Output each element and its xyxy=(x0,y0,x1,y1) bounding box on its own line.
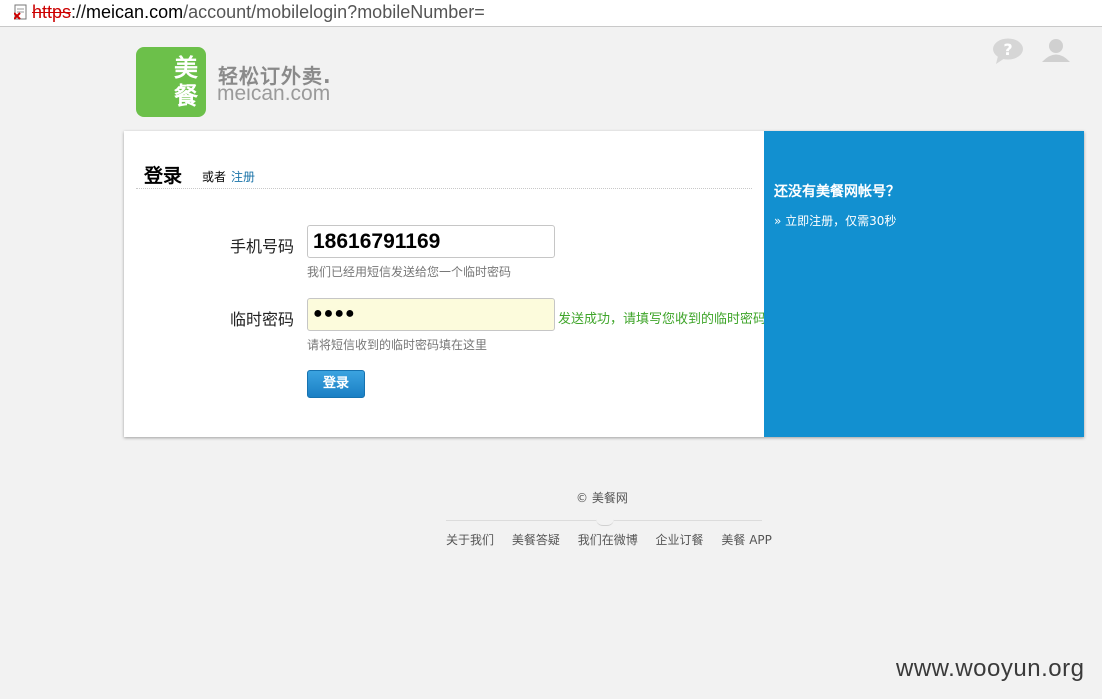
footer-link-about[interactable]: 关于我们 xyxy=(446,533,494,547)
login-title-row: 登录 或者 注册 xyxy=(136,155,752,189)
url-text[interactable]: https://meican.com/account/mobilelogin?m… xyxy=(32,2,485,23)
footer-link-enterprise[interactable]: 企业订餐 xyxy=(656,533,704,547)
send-success-message: 发送成功，请填写您收到的临时密码 xyxy=(558,312,767,327)
password-dots: ●●●● xyxy=(313,305,356,322)
footer-link-faq[interactable]: 美餐答疑 xyxy=(512,533,560,547)
logo-char-1: 美 xyxy=(174,54,198,82)
logo-char-2: 餐 xyxy=(174,82,198,110)
or-text: 或者 xyxy=(202,170,227,184)
site-logo[interactable]: 美 餐 xyxy=(136,47,206,117)
watermark: www.wooyun.org xyxy=(896,655,1085,682)
help-icon[interactable]: ? xyxy=(992,38,1024,64)
page-icon xyxy=(14,4,27,20)
register-link[interactable]: 注册 xyxy=(231,168,255,185)
footer-link-weibo[interactable]: 我们在微博 xyxy=(578,533,638,547)
phone-value: 18616791169 xyxy=(313,230,441,253)
phone-input[interactable]: 18616791169 xyxy=(307,225,555,258)
url-scheme: https xyxy=(32,2,72,22)
svg-text:?: ? xyxy=(1003,40,1012,59)
url-path: /account/mobilelogin?mobileNumber= xyxy=(183,2,485,22)
footer-divider-notch xyxy=(596,519,614,526)
login-title: 登录 xyxy=(144,165,183,187)
register-panel-title: 还没有美餐网帐号？ xyxy=(774,184,900,200)
phone-label: 手机号码 xyxy=(229,237,294,256)
url-separator: :// xyxy=(71,2,87,22)
copyright: © 美餐网 xyxy=(576,491,628,505)
footer-link-app[interactable]: 美餐 APP xyxy=(721,533,772,547)
url-host: meican.com xyxy=(86,2,184,22)
register-now-link[interactable]: » 立即注册，仅需30秒 xyxy=(774,212,896,229)
address-bar[interactable]: https://meican.com/account/mobilelogin?m… xyxy=(0,0,1102,27)
code-label: 临时密码 xyxy=(229,310,294,329)
phone-hint: 我们已经用短信发送给您一个临时密码 xyxy=(307,265,512,279)
temp-password-input[interactable]: ●●●● xyxy=(307,298,555,331)
footer-links: 关于我们 美餐答疑 我们在微博 企业订餐 美餐 APP xyxy=(446,531,786,548)
site-domain: meican.com xyxy=(217,82,331,105)
login-card: 登录 或者 注册 手机号码 18616791169 我们已经用短信发送给您一个临… xyxy=(124,131,1084,437)
user-icon[interactable] xyxy=(1041,37,1071,63)
login-button[interactable]: 登录 xyxy=(307,370,365,398)
register-panel: 还没有美餐网帐号？ » 立即注册，仅需30秒 xyxy=(764,131,1084,437)
code-hint: 请将短信收到的临时密码填在这里 xyxy=(307,338,488,352)
